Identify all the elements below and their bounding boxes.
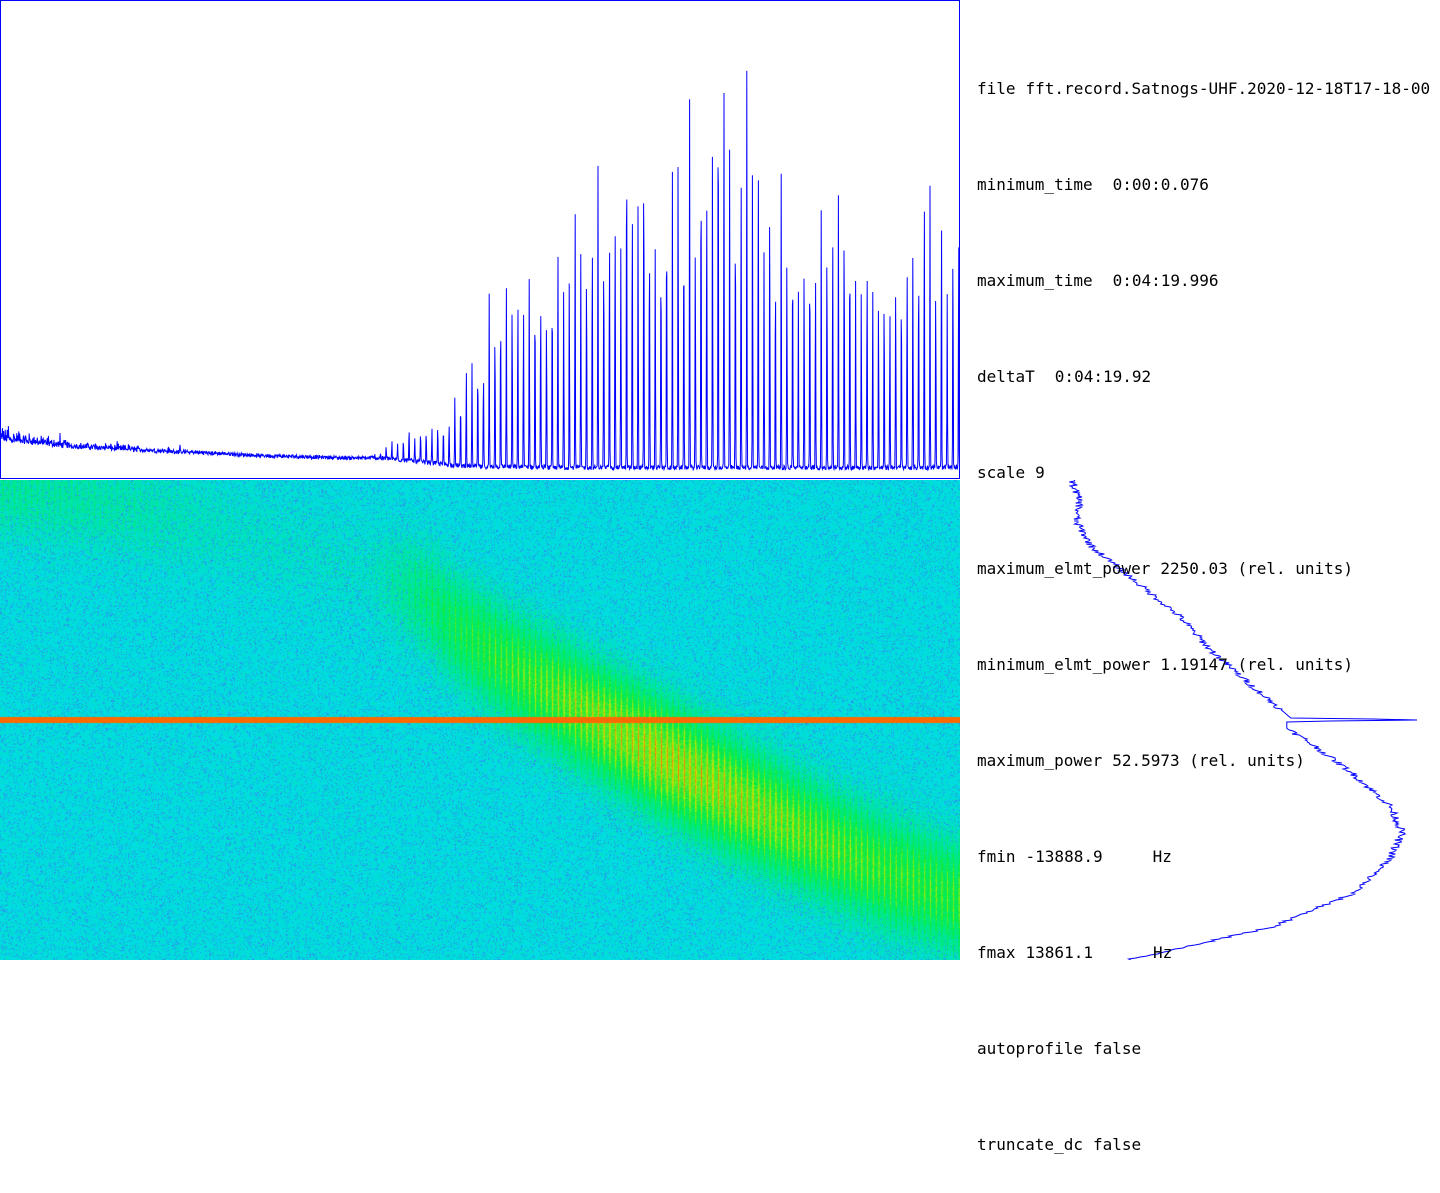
waterfall-spectrogram [0, 480, 960, 960]
time-power-profile-chart [0, 0, 960, 479]
info-row-fmax: fmax 13861.1 Hz [977, 937, 1440, 969]
info-value: 0:04:19.92 [1054, 367, 1152, 386]
info-key: scale [977, 463, 1026, 482]
info-key: maximum_time [977, 271, 1093, 290]
info-value: -13888.9 [1025, 847, 1103, 866]
info-value: 13861.1 [1025, 943, 1093, 962]
info-key: maximum_elmt_power [977, 559, 1151, 578]
info-panel: file fft.record.Satnogs-UHF.2020-12-18T17… [977, 9, 1440, 1193]
info-key: truncate_dc [977, 1135, 1083, 1154]
info-value: 0:04:19.996 [1112, 271, 1219, 290]
info-value: fft.record.Satnogs-UHF.2020-12-18T17-18-… [1025, 79, 1431, 98]
info-key: deltaT [977, 367, 1035, 386]
info-value: 2250.03 (rel. units) [1160, 559, 1354, 578]
info-row-file: file fft.record.Satnogs-UHF.2020-12-18T17… [977, 73, 1440, 105]
info-key: minimum_elmt_power [977, 655, 1151, 674]
info-row-maximum-power: maximum_power 52.5973 (rel. units) [977, 745, 1440, 777]
info-value: 1.19147 (rel. units) [1160, 655, 1354, 674]
info-value: 52.5973 (rel. units) [1112, 751, 1305, 770]
info-key: minimum_time [977, 175, 1093, 194]
info-key: maximum_power [977, 751, 1103, 770]
info-row-autoprofile: autoprofile false [977, 1033, 1440, 1065]
info-row-maximum-time: maximum_time 0:04:19.996 [977, 265, 1440, 297]
info-unit: Hz [1152, 847, 1172, 866]
info-value: 9 [1035, 463, 1045, 482]
info-row-truncate-dc: truncate_dc false [977, 1129, 1440, 1161]
info-row-fmin: fmin -13888.9 Hz [977, 841, 1440, 873]
info-value: false [1092, 1039, 1142, 1058]
info-key: autoprofile [977, 1039, 1083, 1058]
info-value: 0:00:0.076 [1112, 175, 1209, 194]
info-row-minimum-elmt-power: minimum_elmt_power 1.19147 (rel. units) [977, 649, 1440, 681]
info-value: false [1092, 1135, 1142, 1154]
info-unit: Hz [1152, 943, 1173, 962]
info-key: fmin [977, 847, 1016, 866]
info-row-deltat: deltaT 0:04:19.92 [977, 361, 1440, 393]
info-key: file [977, 79, 1016, 98]
info-row-maximum-elmt-power: maximum_elmt_power 2250.03 (rel. units) [977, 553, 1440, 585]
info-key: fmax [977, 943, 1016, 962]
info-row-scale: scale 9 [977, 457, 1440, 489]
info-row-minimum-time: minimum_time 0:00:0.076 [977, 169, 1440, 201]
